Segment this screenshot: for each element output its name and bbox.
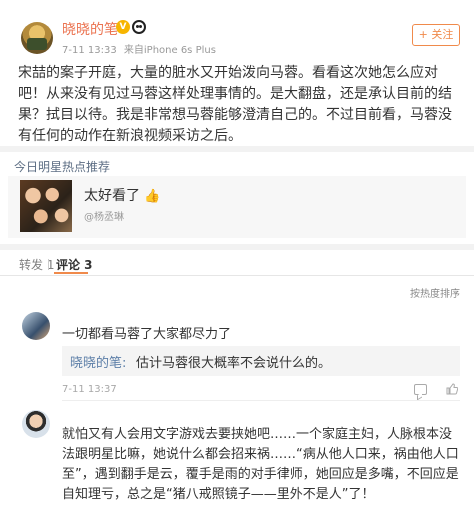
- reply-icon[interactable]: [414, 384, 427, 395]
- post-time: 7-11 13:33: [62, 45, 117, 56]
- post-meta: 7-11 13:33 来自iPhone 6s Plus: [62, 41, 220, 56]
- comment-time: 7-11 13:37: [62, 384, 117, 395]
- comment-divider: [62, 400, 460, 401]
- post-source: 来自iPhone 6s Plus: [123, 45, 216, 56]
- hot-topics-card: 今日明星热点推荐 太好看了 👍 @杨丞琳: [0, 152, 474, 244]
- follow-button[interactable]: + 关注: [412, 24, 460, 46]
- comment-avatar[interactable]: [22, 312, 50, 340]
- hot-section-title: 今日明星热点推荐: [14, 160, 111, 174]
- vip-badge-icon: V: [116, 20, 130, 34]
- tab-comments[interactable]: 评论 3: [56, 256, 93, 273]
- reply-text: 估计马蓉很大概率不会说什么的。: [136, 356, 332, 371]
- thumbs-up-icon: 👍: [144, 189, 161, 204]
- comment-avatar[interactable]: [22, 410, 50, 438]
- author-avatar[interactable]: [21, 22, 53, 54]
- hot-topic-headline[interactable]: 太好看了 👍: [84, 185, 160, 205]
- hot-topic-subtitle[interactable]: @杨丞琳: [84, 208, 124, 223]
- author-badges: V: [116, 20, 146, 34]
- weibo-post-card: 晓晓的笔 V 7-11 13:33 来自iPhone 6s Plus + 关注 …: [0, 0, 474, 146]
- comments-card: 转发 1 评论 3 按热度排序 一切都看马蓉了大家都尽力了 晓晓的笔: 估计马蓉…: [0, 250, 474, 505]
- tab-divider: [48, 259, 49, 270]
- author-name[interactable]: 晓晓的笔: [62, 19, 118, 39]
- sort-by-hot-button[interactable]: 按热度排序: [410, 285, 460, 300]
- panda-badge-icon: [132, 20, 146, 34]
- comment-tabs: 转发 1 评论 3: [0, 250, 474, 276]
- reply-preview[interactable]: 晓晓的笔: 估计马蓉很大概率不会说什么的。: [62, 346, 460, 376]
- reply-author[interactable]: 晓晓的笔:: [70, 352, 126, 371]
- comment-text: 就怕又有人会用文字游戏去要挟她吧……一个家庭主妇，人脉根本没法跟明星比嘛，她说什…: [62, 427, 459, 502]
- tab-reposts[interactable]: 转发 1: [19, 256, 54, 273]
- hot-topic-thumbnail[interactable]: [20, 180, 72, 232]
- post-body-text: 宋喆的案子开庭，大量的脏水又开始泼向马蓉。看看这次她怎么应对吧！从来没有见过马蓉…: [18, 65, 452, 144]
- hot-topic-headline-text: 太好看了: [84, 188, 140, 204]
- active-tab-underline: [54, 272, 88, 274]
- hot-topic-item[interactable]: 太好看了 👍 @杨丞琳: [8, 176, 466, 238]
- comment-text: 一切都看马蓉了大家都尽力了: [62, 327, 232, 342]
- like-icon[interactable]: [446, 383, 458, 395]
